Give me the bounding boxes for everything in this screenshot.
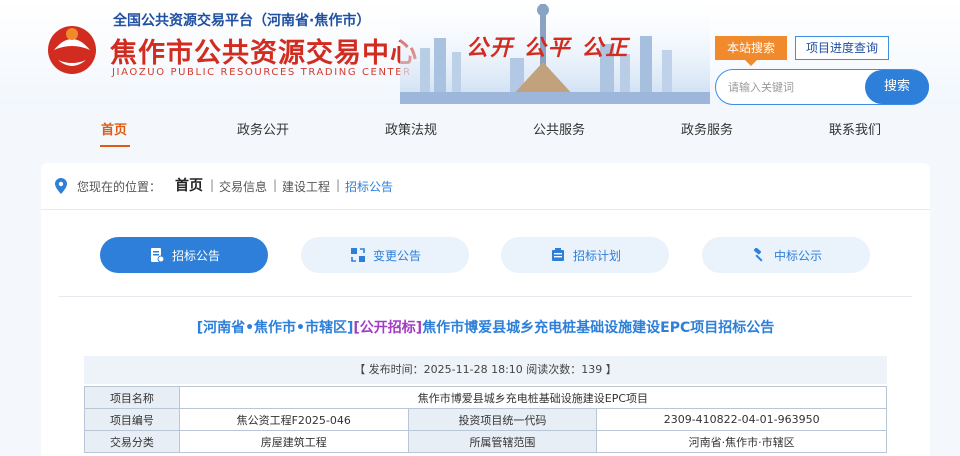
article-type: [公开招标]: [353, 320, 423, 336]
gavel-icon: [753, 248, 763, 262]
category-label: 招标计划: [573, 249, 622, 263]
nav-active-indicator: [100, 145, 130, 147]
table-header-cell: 项目编号: [84, 408, 180, 431]
breadcrumb-item-construction[interactable]: 建设工程: [282, 178, 330, 195]
search-button[interactable]: 搜索: [865, 70, 929, 104]
site-title: 焦作市公共资源交易中心: [110, 38, 418, 69]
category-label: 变更公告: [373, 249, 422, 263]
breadcrumb-item-tender-notice[interactable]: 招标公告: [345, 178, 393, 195]
table-header-cell: 所属管辖范围: [407, 430, 598, 453]
table-header-cell: 交易分类: [84, 430, 180, 453]
change-icon: [351, 248, 365, 262]
table-cell: 焦公资工程F2025-046: [178, 408, 409, 431]
breadcrumb-item-trade-info[interactable]: 交易信息: [219, 178, 267, 195]
table-row: 交易分类 房屋建筑工程 所属管辖范围 河南省·焦作市·市辖区: [84, 430, 887, 453]
document-icon: [151, 248, 164, 262]
search-box: 搜索: [715, 69, 929, 105]
category-label: 招标公告: [172, 249, 221, 263]
main-nav: 首页 政务公开 政策法规 公共服务 政务服务 联系我们: [0, 107, 960, 149]
breadcrumb-separator: |: [210, 178, 215, 192]
site-subtitle: 全国公共资源交易平台（河南省·焦作市）: [113, 13, 371, 29]
nav-item-policies[interactable]: 政策法规: [385, 119, 437, 138]
location-pin-icon: [55, 178, 67, 194]
site-header: 全国公共资源交易平台（河南省·焦作市） 焦作市公共资源交易中心 JIAOZUO …: [0, 0, 960, 105]
plan-icon: [552, 248, 564, 261]
category-label: 中标公示: [774, 249, 823, 263]
article-title-text: 焦作市博爱县城乡充电桩基础设施建设EPC项目招标公告: [422, 320, 775, 336]
nav-item-public-service[interactable]: 公共服务: [533, 119, 585, 138]
category-tender-notice[interactable]: 招标公告: [100, 237, 268, 273]
breadcrumb-separator: |: [273, 178, 278, 192]
site-logo-icon: [48, 26, 96, 74]
nav-item-gov-affairs[interactable]: 政务公开: [237, 119, 289, 138]
category-tender-plan[interactable]: 招标计划: [501, 237, 669, 273]
breadcrumb-separator: |: [336, 178, 341, 192]
tab-progress-query[interactable]: 项目进度查询: [795, 36, 889, 60]
breadcrumb-prefix: 您现在的位置：: [77, 180, 162, 194]
table-cell: 2309-410822-04-01-963950: [596, 408, 887, 431]
category-change-notice[interactable]: 变更公告: [301, 237, 469, 273]
divider: [59, 296, 912, 297]
table-row: 项目编号 焦公资工程F2025-046 投资项目统一代码 2309-410822…: [84, 408, 887, 431]
table-cell: 焦作市博爱县城乡充电桩基础设施建设EPC项目: [178, 386, 888, 409]
category-award-notice[interactable]: 中标公示: [702, 237, 870, 273]
table-row: 项目名称 焦作市博爱县城乡充电桩基础设施建设EPC项目: [84, 386, 888, 409]
table-header-cell: 项目名称: [84, 386, 180, 409]
table-cell: 房屋建筑工程: [178, 430, 409, 453]
project-info-table: 项目名称 焦作市博爱县城乡充电桩基础设施建设EPC项目 项目编号 焦公资工程F2…: [84, 386, 888, 453]
table-cell: 河南省·焦作市·市辖区: [596, 430, 887, 453]
nav-item-home[interactable]: 首页: [101, 119, 127, 138]
nav-item-gov-service[interactable]: 政务服务: [681, 119, 733, 138]
article-title: [河南省•焦作市•市辖区][公开招标]焦作市博爱县城乡充电桩基础设施建设EPC项…: [41, 317, 930, 337]
article-meta: 【 发布时间：2025-11-28 18:10 阅读次数：139 】: [84, 356, 887, 384]
breadcrumb-home[interactable]: 首页: [175, 175, 203, 195]
divider: [41, 209, 930, 210]
search-input[interactable]: [728, 78, 858, 96]
site-title-en: JIAOZUO PUBLIC RESOURCES TRADING CENTER: [112, 67, 412, 78]
table-header-cell: 投资项目统一代码: [407, 408, 598, 431]
nav-item-contact[interactable]: 联系我们: [829, 119, 881, 138]
tab-site-search[interactable]: 本站搜索: [715, 36, 787, 66]
slogan: 公开 公平 公正: [466, 36, 630, 61]
content-panel: 您现在的位置： 首页 | 交易信息 | 建设工程 | 招标公告 招标公告 变更公…: [41, 163, 930, 456]
article-region: [河南省•焦作市•市辖区]: [196, 320, 354, 336]
